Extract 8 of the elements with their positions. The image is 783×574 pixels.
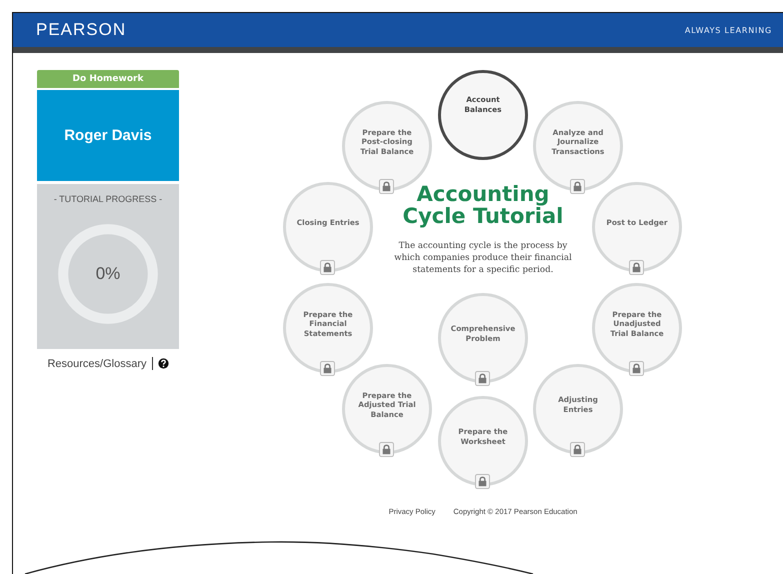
tagline: ALWAYS LEARNING (684, 26, 772, 34)
student-name: Roger Davis (64, 127, 152, 144)
progress-title: - TUTORIAL PROGRESS - (54, 194, 162, 204)
logo: PEARSON (36, 20, 126, 40)
resources-link[interactable]: Resources/Glossary (47, 358, 147, 370)
progress-reading: 0% (96, 264, 120, 284)
help-icon[interactable] (158, 358, 169, 369)
tutorial-description: The accounting cycle is the process by which companies produce their financial statements for a specific period. (393, 240, 573, 276)
